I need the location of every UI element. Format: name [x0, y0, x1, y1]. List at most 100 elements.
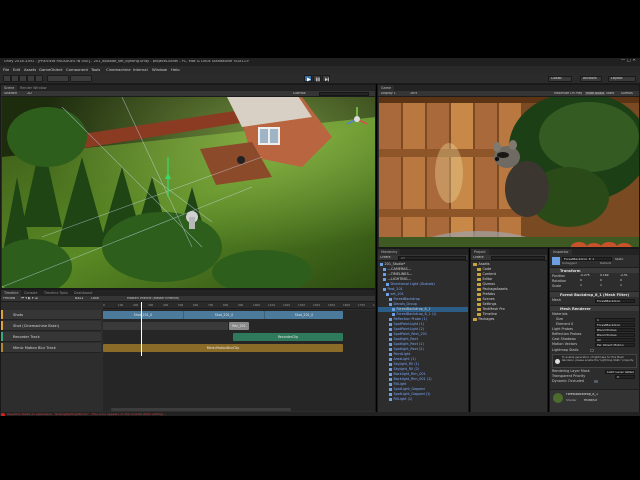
gameobject-icon [389, 302, 392, 306]
position-x[interactable]: -0.275 [580, 274, 590, 277]
shot-clip[interactable]: Shot_201_0 [184, 311, 264, 319]
size-field[interactable]: 1 [595, 317, 635, 322]
menu-window[interactable]: Window [152, 68, 167, 72]
shot-clip[interactable]: Shot_201_0 [103, 311, 183, 319]
rendering-layer-dropdown[interactable]: Light Layer default [605, 369, 635, 374]
hand-tool-button[interactable] [3, 75, 11, 82]
rect-tool-button[interactable] [35, 75, 43, 82]
pause-button[interactable] [313, 75, 321, 82]
project-folder-label: TextMesh Pro [482, 307, 505, 311]
step-button[interactable] [322, 75, 330, 82]
window-controls[interactable]: — □ ✕ [621, 59, 636, 64]
recorder-clip[interactable]: RecorderClip [233, 333, 343, 341]
light-probes-dropdown[interactable]: Blend Probes [595, 327, 635, 332]
hierarchy-create-dropdown[interactable]: Create [380, 256, 391, 259]
mode-2d-toggle[interactable]: 2D [27, 92, 32, 95]
timeline-track[interactable]: Shot (Cinemachine Brain) [1, 321, 101, 331]
hierarchy-item[interactable]: FillLight (1) [378, 397, 468, 402]
object-name-field[interactable]: ForestBackdrop_8_1 [562, 257, 612, 261]
menu-assets[interactable]: Assets [24, 68, 36, 72]
tab-inspector[interactable]: Inspector [550, 249, 572, 255]
rotation-z[interactable]: 0 [620, 279, 622, 282]
hierarchy-search-input[interactable]: All [398, 256, 466, 260]
timeline-scrollbar[interactable] [111, 408, 291, 411]
move-tool-button[interactable] [11, 75, 19, 82]
position-z[interactable]: -2.51 [620, 274, 628, 277]
project-search-input[interactable] [491, 256, 545, 260]
mesh-filter-header[interactable]: Forest Backdrop_8_1 (Mesh Filter) [550, 291, 639, 297]
menu-component[interactable]: Component [66, 68, 88, 72]
menu-gameobject[interactable]: GameObject [39, 68, 63, 72]
menu-edit[interactable]: Edit [13, 68, 20, 72]
maximize-on-play-toggle[interactable]: Maximize On Play [554, 92, 582, 95]
dynamic-occlusion-checkbox[interactable] [594, 379, 598, 384]
local-dropdown[interactable]: Local [91, 297, 99, 300]
transparent-priority-field[interactable]: 0 [615, 374, 635, 379]
dynamic-occlusion-label: Dynamic Occluded [552, 379, 584, 383]
shot-clip[interactable]: Shot_201_0 [265, 311, 343, 319]
rotation-x[interactable]: 0 [580, 279, 582, 282]
shading-mode-dropdown[interactable]: Shaded [4, 92, 17, 95]
static-toggle[interactable]: Static [615, 258, 624, 261]
lightmap-static-row: Lightmap Static [552, 348, 637, 353]
pause-icon [316, 77, 320, 81]
reflection-probes-dropdown[interactable]: Blend Probes [595, 332, 635, 337]
ruler-tick-label: 100 [118, 303, 124, 307]
global-toggle[interactable] [70, 75, 92, 82]
timeline-track[interactable]: Mimic Motion Blur Track [1, 343, 101, 353]
scale-z[interactable]: 1 [620, 284, 622, 287]
shader-dropdown[interactable]: HDRP/Lit [584, 399, 597, 402]
project-folder-label: Content [482, 272, 497, 276]
scale-y[interactable]: 1 [600, 284, 602, 287]
scale-x[interactable]: 1 [580, 284, 582, 287]
timeline-track[interactable]: Recorder Track [1, 332, 101, 342]
play-button[interactable] [304, 75, 312, 82]
aspect-dropdown[interactable]: 16:9 [410, 92, 417, 95]
lightmap-static-checkbox[interactable] [590, 348, 594, 353]
menu-cinemachine[interactable]: Cinemachine [106, 68, 131, 72]
hierarchy-item-label: Skylight_Fill (1) [393, 362, 420, 366]
cast-shadows-dropdown[interactable]: On [595, 337, 635, 342]
tag-dropdown[interactable]: Untagged [562, 262, 577, 265]
transport-controls[interactable]: ⏮ ⏴ ▶ ⏵ ⏭ [21, 297, 38, 301]
stats-toggle[interactable]: Stats [606, 92, 614, 95]
scene-viewport[interactable] [2, 97, 375, 288]
hierarchy-item-label: Backlight_Rim_001 [393, 372, 426, 376]
layer-dropdown[interactable]: Default [600, 262, 611, 265]
menu-tools[interactable]: Tools [91, 68, 100, 72]
scene-search-input[interactable] [319, 92, 369, 96]
position-y[interactable]: 0.169 [600, 274, 609, 277]
mesh-renderer-header[interactable]: Mesh Renderer [550, 305, 639, 311]
motion-vectors-dropdown[interactable]: Per Object Motion [595, 342, 635, 347]
game-gizmos-dropdown[interactable]: Gizmos [621, 92, 633, 95]
mesh-field[interactable]: ForestBackdrop [595, 298, 635, 303]
menu-help[interactable]: Help [171, 68, 180, 72]
project-panel: Project Create Assets Code Content Editor Gi… [470, 248, 548, 416]
menu-file[interactable]: File [3, 68, 9, 72]
layout-dropdown[interactable]: Layout [608, 75, 636, 82]
shot-extra-clip[interactable]: Rec_201 [229, 322, 249, 330]
pivot-toggle[interactable] [47, 75, 69, 82]
scene-gizmos-dropdown[interactable]: Gizmos [293, 92, 306, 95]
time-ruler[interactable]: 0 100 200 300 400 500 600 700 800 900 1000 1100 1200… [103, 302, 375, 309]
account-dropdown[interactable]: Account [580, 75, 602, 82]
mute-audio-toggle[interactable]: Mute Audio [585, 92, 606, 96]
info-icon [555, 359, 560, 364]
element0-field[interactable]: ForestBackdrop [595, 322, 635, 327]
project-create-dropdown[interactable]: Create [473, 256, 484, 259]
rotation-y[interactable]: 0 [600, 279, 602, 282]
menu-internal[interactable]: Internal [133, 68, 148, 72]
preview-toggle[interactable]: Preview [3, 297, 15, 300]
display-dropdown[interactable]: Display 1 [381, 92, 396, 95]
frame-field[interactable]: 0311 [75, 297, 83, 300]
timeline-track[interactable]: Shots [1, 310, 101, 320]
project-folder[interactable]: Packages [471, 317, 547, 322]
game-viewport[interactable] [379, 97, 639, 247]
clip-area[interactable]: Shot_201_0 Shot_201_0 Shot_201_0 Rec_201… [103, 310, 375, 356]
scale-tool-button[interactable] [27, 75, 35, 82]
rotate-tool-button[interactable] [19, 75, 27, 82]
transform-header[interactable]: Transform [550, 267, 639, 273]
track-list: Shots Shot (Cinemachine Brain) Recorder Tr… [1, 310, 101, 356]
collab-dropdown[interactable]: Collab [548, 75, 572, 82]
mimic-blur-clip[interactable]: MimicMotionBlurClip [103, 344, 343, 352]
